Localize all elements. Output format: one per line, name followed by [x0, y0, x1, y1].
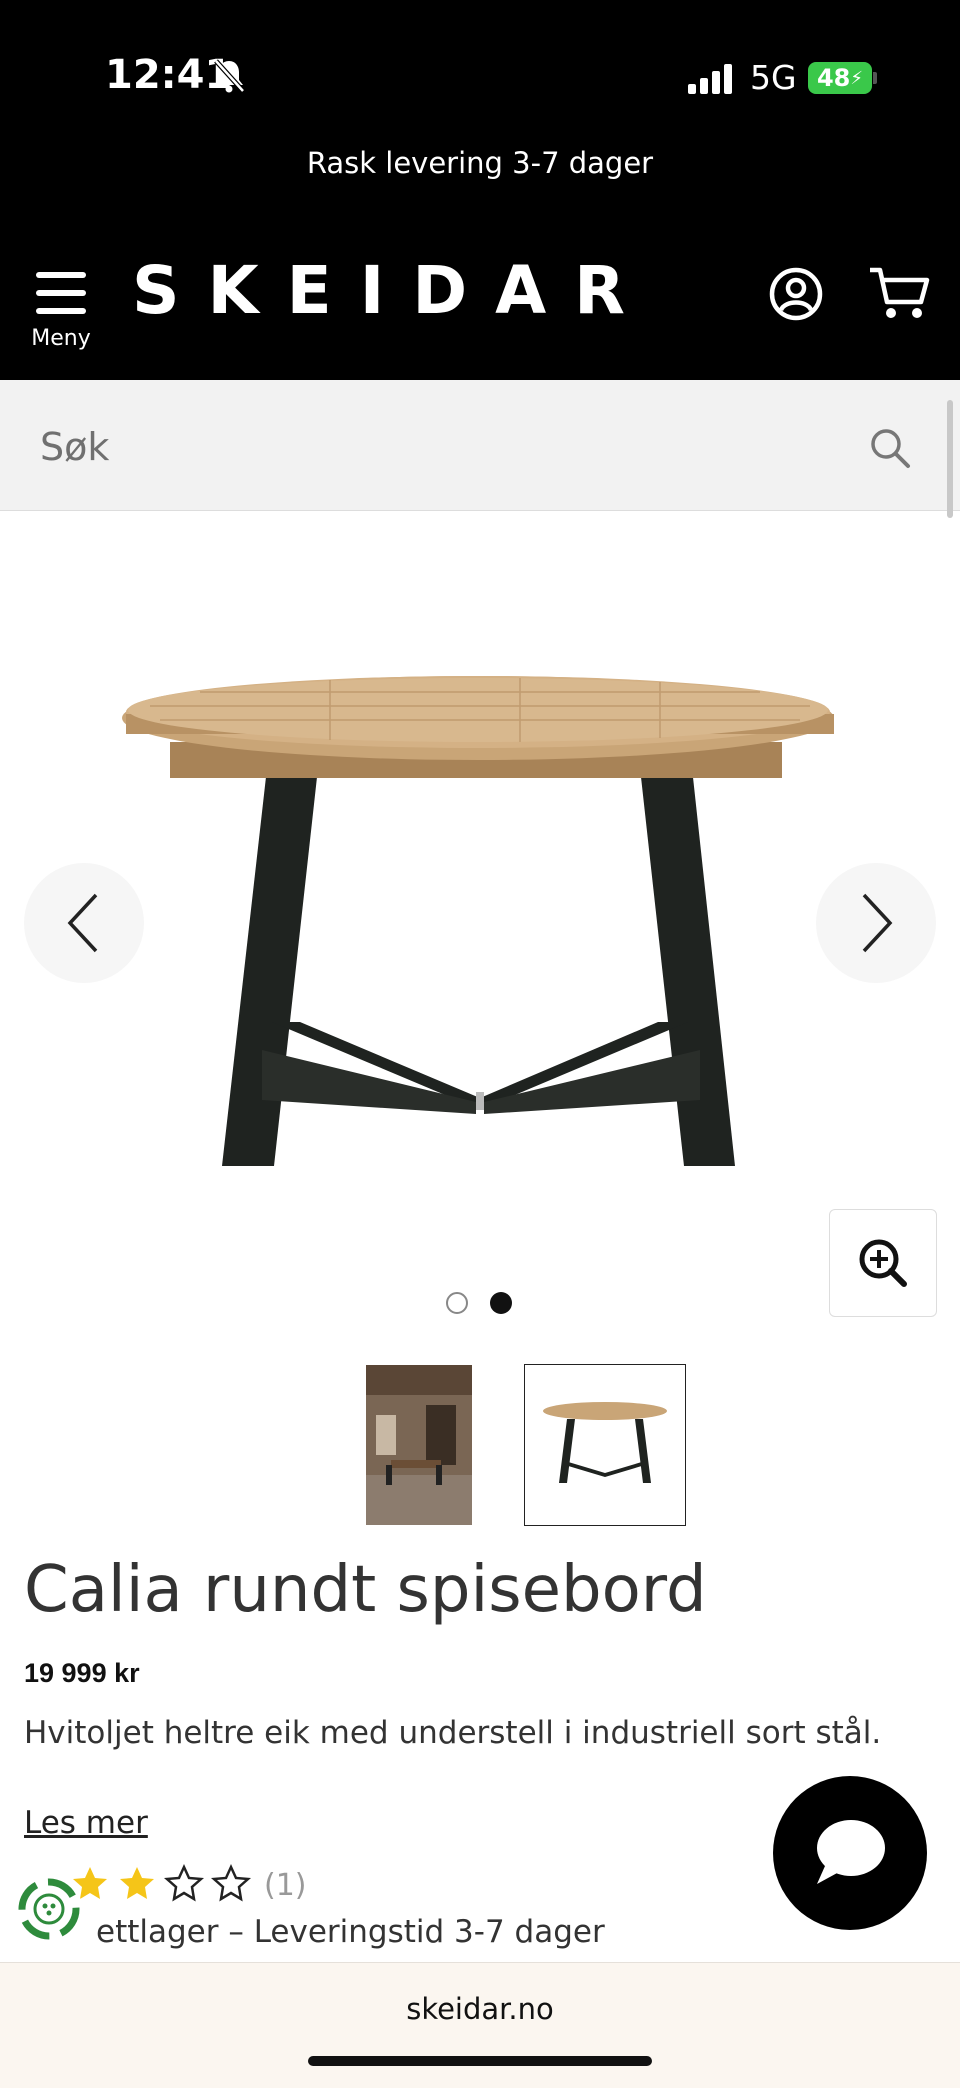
next-image-button[interactable] [816, 863, 936, 983]
recycle-icon [18, 1878, 80, 1940]
cart-icon[interactable] [868, 266, 930, 322]
menu-button[interactable]: Meny [26, 268, 96, 358]
star-empty-icon [165, 1865, 203, 1901]
star-empty-icon [212, 1865, 250, 1901]
read-more-link[interactable]: Les mer [24, 1805, 148, 1841]
thumbnail-table[interactable] [524, 1364, 686, 1526]
thumbnail-room[interactable] [366, 1365, 472, 1525]
skeidar-logo[interactable]: SKEIDAR [132, 252, 653, 329]
product-title: Calia rundt spisebord [24, 1553, 707, 1627]
search-icon[interactable] [868, 426, 912, 470]
stock-status: ettlager – Leveringstid 3-7 dager [96, 1914, 605, 1950]
hamburger-icon [36, 272, 86, 314]
bell-muted-icon [214, 59, 245, 93]
prev-image-button[interactable] [24, 863, 144, 983]
scrollbar[interactable] [947, 400, 953, 518]
table-thumbnail-image [543, 1402, 667, 1483]
battery-cap [873, 72, 877, 84]
battery-level: 48 [816, 64, 851, 92]
signal-icon [688, 64, 732, 94]
zoom-button[interactable] [829, 1209, 937, 1317]
rating-count[interactable]: (1) [264, 1868, 307, 1903]
product-gallery[interactable] [0, 510, 960, 1310]
chat-bubble-icon [817, 1820, 885, 1884]
network-label: 5G [750, 58, 797, 97]
search-bar [0, 380, 960, 511]
room-thumbnail-image [366, 1365, 472, 1525]
promo-banner[interactable]: Rask levering 3-7 dager [0, 146, 960, 180]
url-label[interactable]: skeidar.no [0, 1992, 960, 2026]
chat-button[interactable] [773, 1776, 927, 1930]
rating-stars[interactable] [70, 1862, 260, 1906]
eco-badge[interactable] [16, 1876, 82, 1942]
home-indicator[interactable] [308, 2056, 652, 2066]
gallery-dot[interactable] [446, 1292, 468, 1314]
gallery-dot-active[interactable] [490, 1292, 512, 1314]
menu-label: Meny [31, 326, 91, 351]
zoom-in-icon [859, 1239, 907, 1287]
search-input[interactable] [38, 418, 842, 476]
chevron-left-icon [67, 893, 98, 953]
product-description: Hvitoljet heltre eik med understell i in… [24, 1715, 882, 1751]
product-price: 19 999 kr [24, 1658, 140, 1688]
battery-icon: 48 ⚡ [808, 62, 872, 94]
chevron-right-icon [862, 893, 893, 953]
account-icon[interactable] [768, 266, 824, 322]
star-filled-icon [120, 1867, 154, 1899]
